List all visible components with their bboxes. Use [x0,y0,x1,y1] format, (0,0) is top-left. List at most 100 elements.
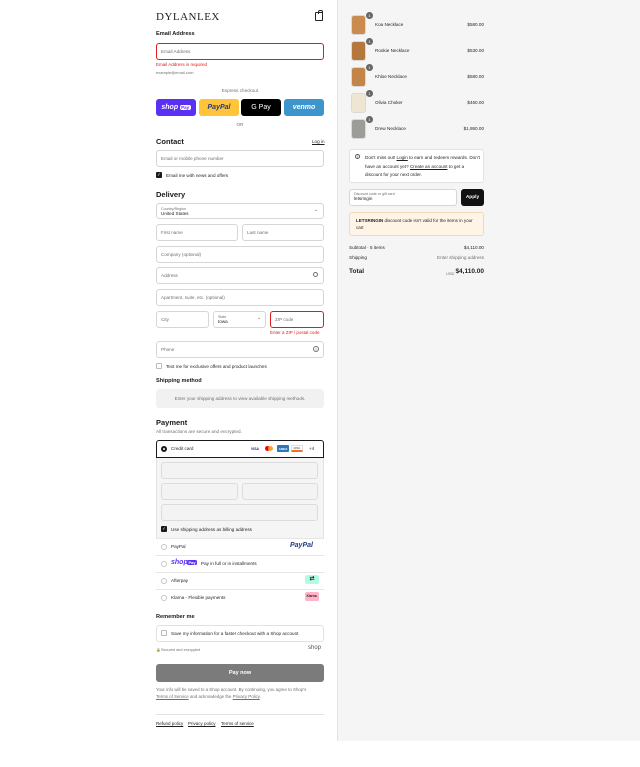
shop-pay-radio[interactable] [161,561,167,567]
legal-text: Your info will be saved to a Shop accoun… [156,687,307,699]
credit-card-radio[interactable] [161,446,167,452]
email-heading: Email Address [156,31,195,37]
quantity-badge: 1 [366,12,373,19]
rewards-text: Don't miss out! Login to earn and redeem… [365,155,480,177]
order-summary-panel [337,0,640,741]
shop-pay-badge: Pay [187,560,198,565]
refund-policy-link[interactable]: Refund policy [156,721,183,726]
terms-link[interactable]: Terms of Service [156,694,189,699]
remember-me-checkbox[interactable] [161,630,167,636]
rewards-login-link[interactable]: Login [397,155,408,160]
remember-me-heading: Remember me [156,614,195,620]
shop-pay-label: Pay in full or in installments [201,561,257,566]
billing-label: Use shipping address as billing address [171,526,252,532]
discount-input[interactable]: Discount code or gift card letsringin [349,189,457,206]
address-input[interactable]: Address [156,267,324,284]
line-item-name: Drew Necklace [375,126,406,131]
subtotal-value: $4,110.00 [463,245,484,250]
email-input[interactable]: Email Address [156,43,324,60]
line-item-price: $580.00 [467,22,484,27]
paypal-radio[interactable] [161,544,167,550]
sms-checkbox[interactable] [156,363,162,369]
credit-card-label: Credit card [171,446,194,451]
chevron-down-icon: ⌄ [314,207,319,213]
chevron-down-icon: ⌄ [257,315,262,321]
footer-divider [156,714,324,715]
first-name-input[interactable]: First name [156,224,238,241]
quantity-badge: 1 [366,38,373,45]
klarna-radio[interactable] [161,595,167,601]
brand-logo[interactable]: DYLANLEX [156,11,220,23]
news-checkbox[interactable]: ✓ [156,172,162,178]
amex-icon: AMEX [277,445,289,452]
info-icon: i [355,154,360,159]
terms-of-service-link[interactable]: Terms of service [221,721,254,726]
news-label: Email me with news and offers [166,172,229,178]
afterpay-label: Afterpay [171,578,189,583]
login-link[interactable]: Log in [312,139,325,144]
zip-error: Enter a ZIP / postal code [270,330,320,335]
shipping-label: Shipping [349,255,367,260]
zip-input[interactable]: ZIP code [270,311,324,328]
shopping-bag-icon[interactable] [315,10,323,21]
email-hint: example@email.com [156,70,194,75]
subtotal-label: Subtotal · 5 items [349,245,385,250]
quantity-badge: 1 [366,64,373,71]
country-select[interactable]: Country/Region United States [156,203,324,219]
visa-icon: VISA [249,445,261,452]
quantity-badge: 1 [366,90,373,97]
apply-button[interactable]: Apply [461,189,484,206]
line-item-name: Rookie Necklace [375,48,410,53]
create-account-link[interactable]: Create an account [410,164,448,169]
afterpay-icon: ⇄ [305,575,319,584]
paypal-express-button[interactable]: PayPal [199,99,239,116]
line-item-thumbnail [351,41,366,61]
line-item-name: Khloe Necklace [375,74,407,79]
secured-label: Secured and encrypted [161,647,201,652]
discount-warning: LETSRINGIN discount code isn't valid for… [349,212,484,236]
shop-pay-button[interactable]: shop Pay [156,99,196,116]
sms-label: Text me for exclusive offers and product… [166,363,267,369]
line-item-price: $530.00 [467,48,484,53]
privacy-link[interactable]: Privacy Policy [233,694,260,699]
line-item-thumbnail [351,67,366,87]
delivery-heading: Delivery [156,190,186,199]
line-item-thumbnail [351,93,366,113]
privacy-policy-link[interactable]: Privacy policy [188,721,216,726]
cvv-field[interactable] [242,483,318,500]
line-item-price: $580.00 [467,74,484,79]
email-error: Email Address is required [156,62,208,67]
apartment-input[interactable]: Apartment, suite, etc. (optional) [156,289,324,306]
expiry-field[interactable] [161,483,238,500]
venmo-button[interactable]: venmo [284,99,324,116]
google-pay-button[interactable]: G Pay [241,99,281,116]
quantity-badge: 1 [366,116,373,123]
contact-input[interactable]: Email or mobile phone number [156,150,324,167]
last-name-input[interactable]: Last name [242,224,324,241]
payment-heading: Payment [156,418,188,427]
paypal-label: PayPal [171,544,186,549]
help-icon[interactable]: ? [313,346,319,352]
paypal-logo-icon: PayPal [290,542,313,549]
total-label: Total [349,268,365,275]
klarna-badge-icon: Klarna. [305,592,319,601]
mastercard-icon [263,445,275,452]
afterpay-radio[interactable] [161,578,167,584]
discover-icon: DISC [291,445,303,452]
line-item-thumbnail [351,119,366,139]
name-on-card-field[interactable] [161,504,318,521]
pay-now-button[interactable]: Pay now [156,664,324,682]
company-input[interactable]: Company (optional) [156,246,324,263]
or-divider: OR [236,122,244,127]
billing-checkbox[interactable]: ✓ [161,526,167,532]
city-input[interactable]: City [156,311,209,328]
card-number-field[interactable] [161,462,318,479]
payment-secure-note: All transactions are secure and encrypte… [156,429,242,434]
shop-logo-icon: shop [308,645,322,651]
line-item-name: Koa Necklace [375,22,404,27]
shipping-method-heading: Shipping method [156,378,202,384]
phone-input[interactable]: Phone [156,341,324,358]
shipping-method-note: Enter your shipping address to view avai… [156,389,324,408]
line-item-thumbnail [351,15,366,35]
line-item-price: $1,950.00 [463,126,484,131]
